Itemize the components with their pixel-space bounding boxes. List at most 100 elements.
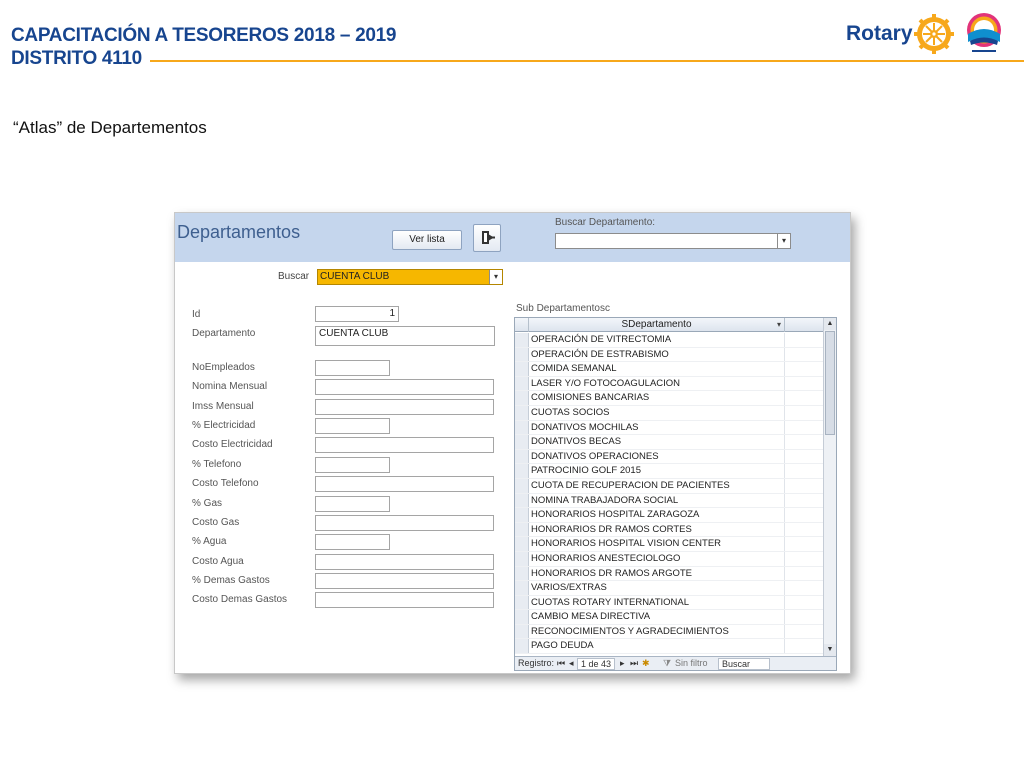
sdepartamento-cell[interactable]: CAMBIO MESA DIRECTIVA <box>531 610 785 624</box>
table-row[interactable]: CAMBIO MESA DIRECTIVA <box>515 610 824 625</box>
sdepartamento-cell[interactable]: HONORARIOS HOSPITAL VISION CENTER <box>531 537 785 551</box>
first-record-icon[interactable]: ⏮ <box>557 657 565 670</box>
table-row[interactable]: DONATIVOS OPERACIONES <box>515 449 824 465</box>
sdepartamento-cell[interactable]: CUOTA DE RECUPERACION DE PACIENTES <box>531 478 785 493</box>
table-row[interactable]: RECONOCIMIENTOS Y AGRADECIMIENTOS <box>515 624 824 640</box>
sdepartamento-cell[interactable]: COMIDA SEMANAL <box>531 362 785 376</box>
record-counter[interactable]: 1 de 43 <box>577 658 616 670</box>
pct-electricidad-input[interactable] <box>315 418 390 434</box>
row-selector[interactable] <box>515 391 529 405</box>
row-selector[interactable] <box>515 537 529 551</box>
row-selector[interactable] <box>515 581 529 595</box>
table-row[interactable]: PATROCINIO GOLF 2015 <box>515 464 824 479</box>
costo-agua-input[interactable] <box>315 554 494 570</box>
row-selector[interactable] <box>515 551 529 566</box>
table-row[interactable]: PAGO DEUDA <box>515 639 824 655</box>
row-selector[interactable] <box>515 624 529 639</box>
ver-lista-button[interactable]: Ver lista <box>392 230 462 250</box>
table-row[interactable]: HONORARIOS ANESTECIOLOGO <box>515 551 824 567</box>
sin-filtro-label[interactable]: Sin filtro <box>675 657 708 670</box>
sdepartamento-cell[interactable]: PATROCINIO GOLF 2015 <box>531 464 785 478</box>
row-selector[interactable] <box>515 405 529 420</box>
table-row[interactable]: DONATIVOS BECAS <box>515 435 824 450</box>
row-selector[interactable] <box>515 333 529 347</box>
table-row[interactable]: LASER Y/O FOTOCOAGULACION <box>515 376 824 392</box>
sdepartamento-cell[interactable]: NOMINA TRABAJADORA SOCIAL <box>531 493 785 508</box>
buscar-combo[interactable]: CUENTA CLUB ▾ <box>317 269 503 285</box>
pct-gas-input[interactable] <box>315 496 390 512</box>
table-row[interactable]: OPERACIÓN DE ESTRABISMO <box>515 347 824 363</box>
costo-demas-gastos-input[interactable] <box>315 592 494 608</box>
sdepartamento-cell[interactable]: DONATIVOS MOCHILAS <box>531 420 785 435</box>
sdepartamento-cell[interactable]: CUOTAS SOCIOS <box>531 405 785 420</box>
sdepartamento-cell[interactable]: HONORARIOS DR RAMOS CORTES <box>531 522 785 537</box>
row-selector[interactable] <box>515 639 529 654</box>
row-selector[interactable] <box>515 435 529 449</box>
row-selector[interactable] <box>515 478 529 493</box>
next-record-icon[interactable]: ▸ <box>620 657 625 670</box>
row-selector[interactable] <box>515 362 529 376</box>
table-row[interactable]: CUOTA DE RECUPERACION DE PACIENTES <box>515 478 824 494</box>
table-row[interactable]: CUOTAS SOCIOS <box>515 405 824 421</box>
scroll-thumb[interactable] <box>825 331 835 435</box>
table-row[interactable]: HONORARIOS HOSPITAL ZARAGOZA <box>515 508 824 523</box>
table-row[interactable]: HONORARIOS DR RAMOS CORTES <box>515 522 824 538</box>
row-selector[interactable] <box>515 522 529 537</box>
column-header-sdepartamento[interactable]: SDepartamento <box>529 318 785 332</box>
pct-agua-input[interactable] <box>315 534 390 550</box>
row-selector[interactable] <box>515 420 529 435</box>
row-selector[interactable] <box>515 508 529 522</box>
pct-demas-gastos-input[interactable] <box>315 573 494 589</box>
chevron-down-icon[interactable]: ▾ <box>489 270 502 284</box>
sdepartamento-cell[interactable]: PAGO DEUDA <box>531 639 785 654</box>
table-row[interactable]: VARIOS/EXTRAS <box>515 581 824 596</box>
buscar-departamento-combo[interactable]: ▾ <box>555 233 791 249</box>
table-row[interactable]: COMIDA SEMANAL <box>515 362 824 377</box>
sdepartamento-cell[interactable]: OPERACIÓN DE VITRECTOMIA <box>531 333 785 347</box>
grid-search-input[interactable]: Buscar <box>718 658 770 670</box>
row-selector[interactable] <box>515 493 529 508</box>
sdepartamento-cell[interactable]: LASER Y/O FOTOCOAGULACION <box>531 376 785 391</box>
row-selector[interactable] <box>515 464 529 478</box>
sdepartamento-cell[interactable]: RECONOCIMIENTOS Y AGRADECIMIENTOS <box>531 624 785 639</box>
sdepartamento-cell[interactable]: DONATIVOS BECAS <box>531 435 785 449</box>
table-row[interactable]: CUOTAS ROTARY INTERNATIONAL <box>515 595 824 611</box>
costo-telefono-input[interactable] <box>315 476 494 492</box>
sdepartamento-cell[interactable]: CUOTAS ROTARY INTERNATIONAL <box>531 595 785 610</box>
new-record-icon[interactable]: ✱ <box>642 657 650 670</box>
costo-gas-input[interactable] <box>315 515 494 531</box>
row-selector[interactable] <box>515 595 529 610</box>
exit-form-button[interactable] <box>473 224 501 252</box>
sdepartamento-cell[interactable]: OPERACIÓN DE ESTRABISMO <box>531 347 785 362</box>
table-row[interactable]: OPERACIÓN DE VITRECTOMIA <box>515 333 824 348</box>
costo-electricidad-input[interactable] <box>315 437 494 453</box>
sdepartamento-cell[interactable]: HONORARIOS ANESTECIOLOGO <box>531 551 785 566</box>
table-row[interactable]: HONORARIOS HOSPITAL VISION CENTER <box>515 537 824 552</box>
sort-dropdown-icon[interactable]: ▾ <box>777 318 781 332</box>
chevron-down-icon[interactable]: ▾ <box>777 234 790 248</box>
sdepartamento-cell[interactable]: DONATIVOS OPERACIONES <box>531 449 785 464</box>
row-selector[interactable] <box>515 566 529 581</box>
row-selector[interactable] <box>515 347 529 362</box>
select-all-cell[interactable] <box>515 318 529 332</box>
pct-telefono-input[interactable] <box>315 457 390 473</box>
last-record-icon[interactable]: ⏭ <box>630 657 638 670</box>
noempleados-input[interactable] <box>315 360 390 376</box>
table-row[interactable]: DONATIVOS MOCHILAS <box>515 420 824 436</box>
filter-icon[interactable]: ⧩ <box>663 657 671 670</box>
sdepartamento-cell[interactable]: HONORARIOS HOSPITAL ZARAGOZA <box>531 508 785 522</box>
sdepartamento-cell[interactable]: HONORARIOS DR RAMOS ARGOTE <box>531 566 785 581</box>
vertical-scrollbar[interactable]: ▲ ▼ <box>823 318 836 656</box>
row-selector[interactable] <box>515 376 529 391</box>
sdepartamento-cell[interactable]: COMISIONES BANCARIAS <box>531 391 785 405</box>
sub-departamentos-grid[interactable]: SDepartamento ▾ OPERACIÓN DE VITRECTOMIA… <box>514 317 837 671</box>
nomina-mensual-input[interactable] <box>315 379 494 395</box>
row-selector[interactable] <box>515 449 529 464</box>
previous-record-icon[interactable]: ◂ <box>569 657 574 670</box>
sdepartamento-cell[interactable]: VARIOS/EXTRAS <box>531 581 785 595</box>
departamento-input[interactable]: CUENTA CLUB <box>315 326 495 346</box>
scroll-down-icon[interactable]: ▼ <box>824 644 836 656</box>
table-row[interactable]: NOMINA TRABAJADORA SOCIAL <box>515 493 824 509</box>
table-row[interactable]: HONORARIOS DR RAMOS ARGOTE <box>515 566 824 582</box>
id-input[interactable]: 1 <box>315 306 399 322</box>
